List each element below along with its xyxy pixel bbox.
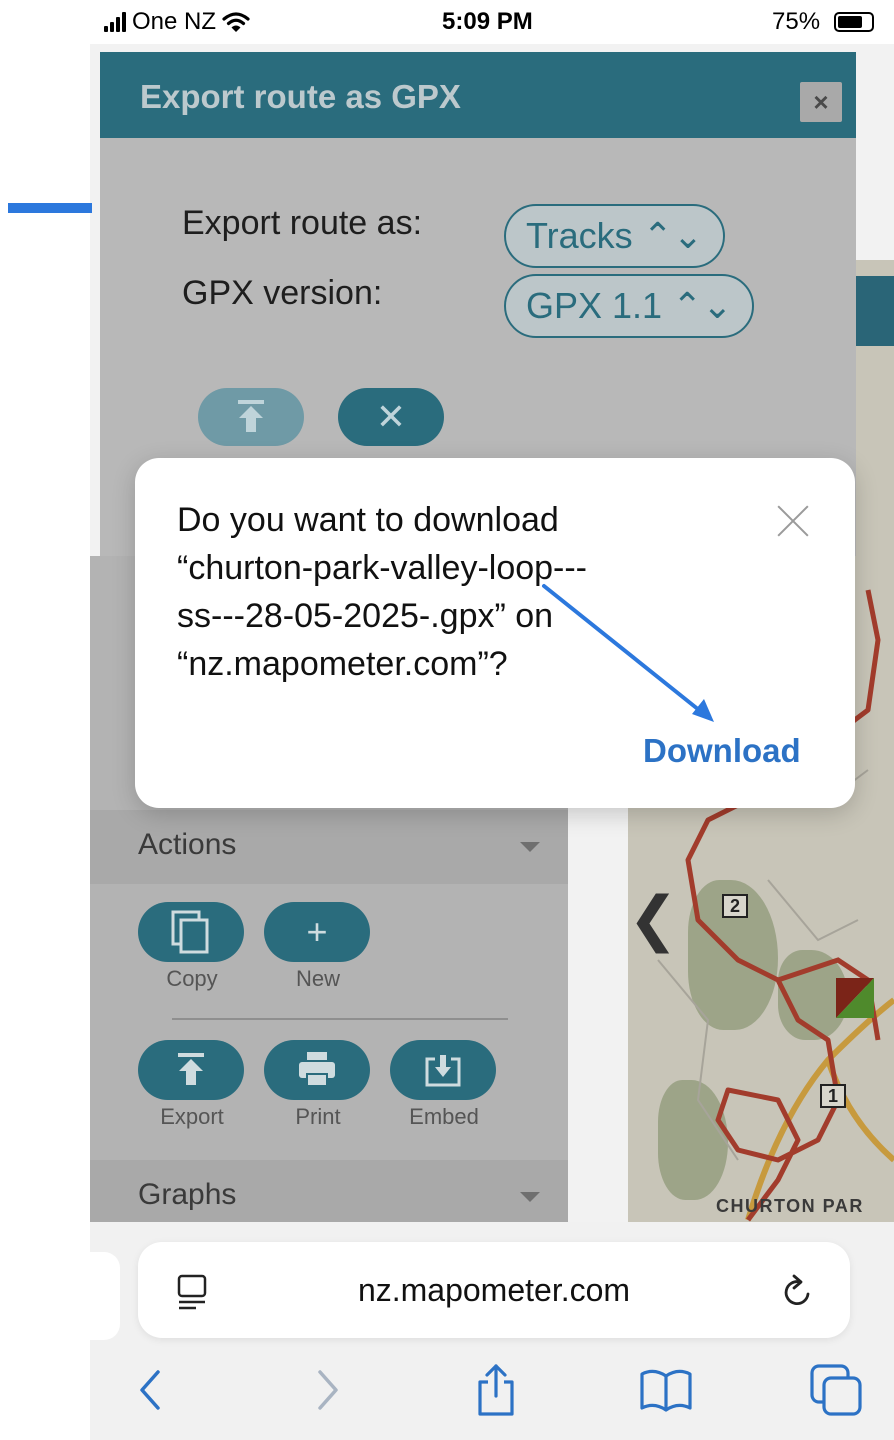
export-label: Export bbox=[160, 1104, 224, 1129]
plus-icon: + bbox=[306, 911, 328, 952]
download-message: Do you want to download “churton-park-va… bbox=[177, 496, 737, 688]
embed-label: Embed bbox=[409, 1104, 479, 1129]
copy-icon bbox=[171, 910, 209, 954]
gpx-version-label: GPX version: bbox=[182, 274, 383, 312]
safari-toolbar bbox=[90, 1348, 894, 1440]
url-text: nz.mapometer.com bbox=[357, 1272, 631, 1308]
download-message-line: “nz.mapometer.com”? bbox=[177, 645, 508, 683]
caret-down-icon bbox=[520, 1192, 540, 1202]
reload-icon[interactable] bbox=[778, 1272, 818, 1312]
export-as-label: Export route as: bbox=[182, 204, 423, 242]
copy-button[interactable] bbox=[138, 902, 244, 962]
map-place-label: CHURTON PAR bbox=[716, 1196, 864, 1216]
gpx-panel-header: Export route as GPX × bbox=[100, 52, 856, 138]
embed-button[interactable] bbox=[390, 1040, 496, 1100]
export-icon bbox=[238, 400, 264, 432]
dialog-close-icon[interactable] bbox=[771, 498, 815, 542]
signal-icon bbox=[104, 12, 126, 32]
route-marker-1[interactable]: 1 bbox=[820, 1084, 846, 1108]
route-marker-2[interactable]: 2 bbox=[722, 894, 748, 918]
battery-percent: 75% bbox=[772, 8, 821, 35]
wifi-icon bbox=[222, 12, 250, 32]
address-bar[interactable]: nz.mapometer.com bbox=[138, 1242, 850, 1338]
share-icon[interactable] bbox=[468, 1362, 524, 1418]
download-message-line: “churton-park-valley-loop--- bbox=[177, 549, 588, 587]
bookmarks-icon[interactable] bbox=[638, 1362, 694, 1418]
clock: 5:09 PM bbox=[442, 8, 533, 35]
export-confirm-button[interactable] bbox=[198, 388, 304, 446]
gpx-panel-title: Export route as GPX bbox=[140, 78, 461, 115]
actions-title: Actions bbox=[138, 828, 237, 861]
collapse-panel-chevron-icon[interactable]: ❮ bbox=[628, 884, 678, 954]
carrier-indicator: One NZ bbox=[104, 8, 250, 36]
forward-icon[interactable] bbox=[298, 1362, 354, 1418]
tabs-icon[interactable] bbox=[808, 1362, 864, 1418]
previous-tab-edge[interactable] bbox=[90, 1252, 120, 1340]
battery-icon bbox=[834, 12, 874, 32]
download-dialog: Do you want to download “churton-park-va… bbox=[135, 458, 855, 808]
start-finish-marker[interactable] bbox=[836, 978, 874, 1018]
printer-icon bbox=[299, 1052, 335, 1087]
download-button[interactable]: Download bbox=[643, 732, 801, 770]
print-button[interactable] bbox=[264, 1040, 370, 1100]
print-label: Print bbox=[295, 1104, 341, 1129]
status-bar: One NZ 5:09 PM 75% bbox=[90, 0, 894, 44]
annotation-bar bbox=[8, 203, 92, 213]
carrier-name: One NZ bbox=[132, 8, 217, 35]
actions-section-header[interactable]: Actions bbox=[90, 810, 568, 884]
phone-screen: One NZ 5:09 PM 75% 2 1 ❮ CHURTON PAR Exp… bbox=[90, 0, 894, 1440]
graphs-title: Graphs bbox=[138, 1178, 237, 1211]
safari-url-area: nz.mapometer.com bbox=[90, 1222, 894, 1440]
new-route-button[interactable]: + bbox=[264, 902, 370, 962]
embed-icon bbox=[425, 1055, 461, 1087]
new-label: New bbox=[295, 966, 340, 991]
gpx-close-button[interactable]: × bbox=[800, 82, 842, 122]
export-icon bbox=[178, 1053, 204, 1085]
caret-down-icon bbox=[520, 842, 540, 852]
export-cancel-button[interactable]: ✕ bbox=[338, 388, 444, 446]
download-message-line: ss---28-05-2025-.gpx” on bbox=[177, 597, 554, 635]
export-button[interactable] bbox=[138, 1040, 244, 1100]
copy-label: Copy bbox=[166, 966, 218, 991]
export-as-select[interactable]: Tracks ⌃⌄ bbox=[504, 204, 725, 268]
download-message-line: Do you want to download bbox=[177, 501, 559, 539]
back-icon[interactable] bbox=[124, 1362, 180, 1418]
gpx-version-select[interactable]: GPX 1.1 ⌃⌄ bbox=[504, 274, 755, 338]
